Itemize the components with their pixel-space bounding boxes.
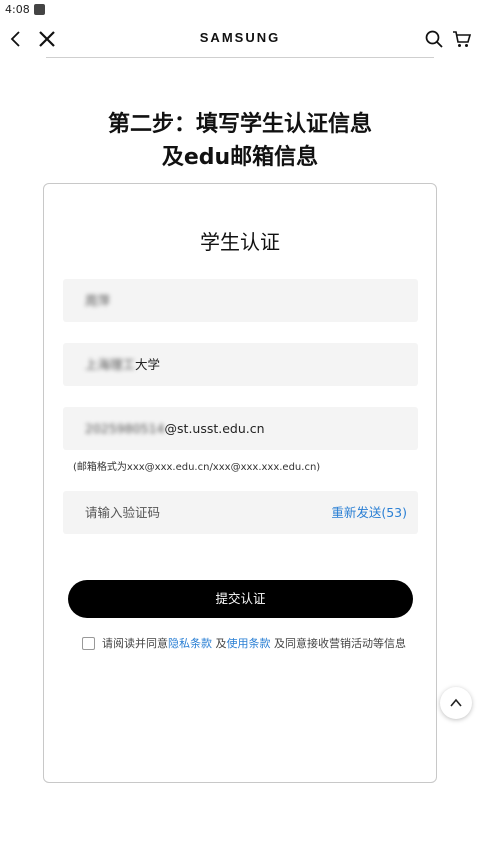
header-divider: [46, 57, 434, 58]
submit-verification-button[interactable]: 提交认证: [68, 580, 413, 618]
status-bar: 4:08: [0, 0, 480, 20]
agree-suffix: 及同意接收营销活动等信息: [270, 637, 406, 650]
resend-code-button[interactable]: 重新发送(53): [331, 491, 407, 534]
card-title: 学生认证: [200, 230, 280, 254]
scroll-to-top-button[interactable]: [440, 687, 472, 719]
search-icon[interactable]: [424, 29, 444, 49]
page-title: 第二步：填写学生认证信息 及edu邮箱信息: [60, 108, 420, 174]
school-value-suffix: 大学: [135, 357, 161, 372]
notification-icon: [34, 4, 45, 15]
name-field[interactable]: 周萍: [63, 279, 418, 322]
status-time: 4:08: [5, 3, 30, 16]
back-icon[interactable]: [6, 29, 26, 49]
page-title-line1: 第二步：填写学生认证信息: [107, 112, 372, 137]
agreement-row: 请阅读并同意隐私条款 及使用条款 及同意接收营销活动等信息: [82, 636, 412, 652]
agree-checkbox[interactable]: [82, 636, 95, 650]
agree-and: 及: [212, 637, 227, 650]
agree-prefix: 请阅读并同意: [102, 637, 168, 650]
cart-icon[interactable]: [452, 29, 472, 49]
samsung-logo[interactable]: SAMSUNG: [180, 30, 300, 45]
email-field[interactable]: 2025980514@st.usst.edu.cn: [63, 407, 418, 450]
email-format-hint: (邮箱格式为xxx@xxx.edu.cn/xxx@xxx.xxx.edu.cn): [73, 462, 321, 473]
close-icon[interactable]: [36, 28, 58, 50]
privacy-terms-link[interactable]: 隐私条款: [168, 637, 212, 650]
page-title-line2: 及edu邮箱信息: [161, 145, 319, 170]
school-value-blurred: 上海理工: [85, 357, 136, 372]
school-field[interactable]: 上海理工大学: [63, 343, 418, 386]
chevron-up-icon: [450, 698, 462, 707]
verification-code-input[interactable]: 请输入验证码 重新发送(53): [63, 491, 418, 534]
verification-code-placeholder: 请输入验证码: [85, 505, 161, 520]
email-value-blurred: 2025980514: [85, 421, 165, 436]
name-value: 周萍: [85, 293, 111, 308]
usage-terms-link[interactable]: 使用条款: [227, 637, 271, 650]
student-verification-card: 学生认证 周萍 上海理工大学 2025980514@st.usst.edu.cn…: [43, 183, 437, 783]
email-domain: @st.usst.edu.cn: [164, 421, 265, 436]
top-bar: SAMSUNG: [0, 22, 480, 56]
